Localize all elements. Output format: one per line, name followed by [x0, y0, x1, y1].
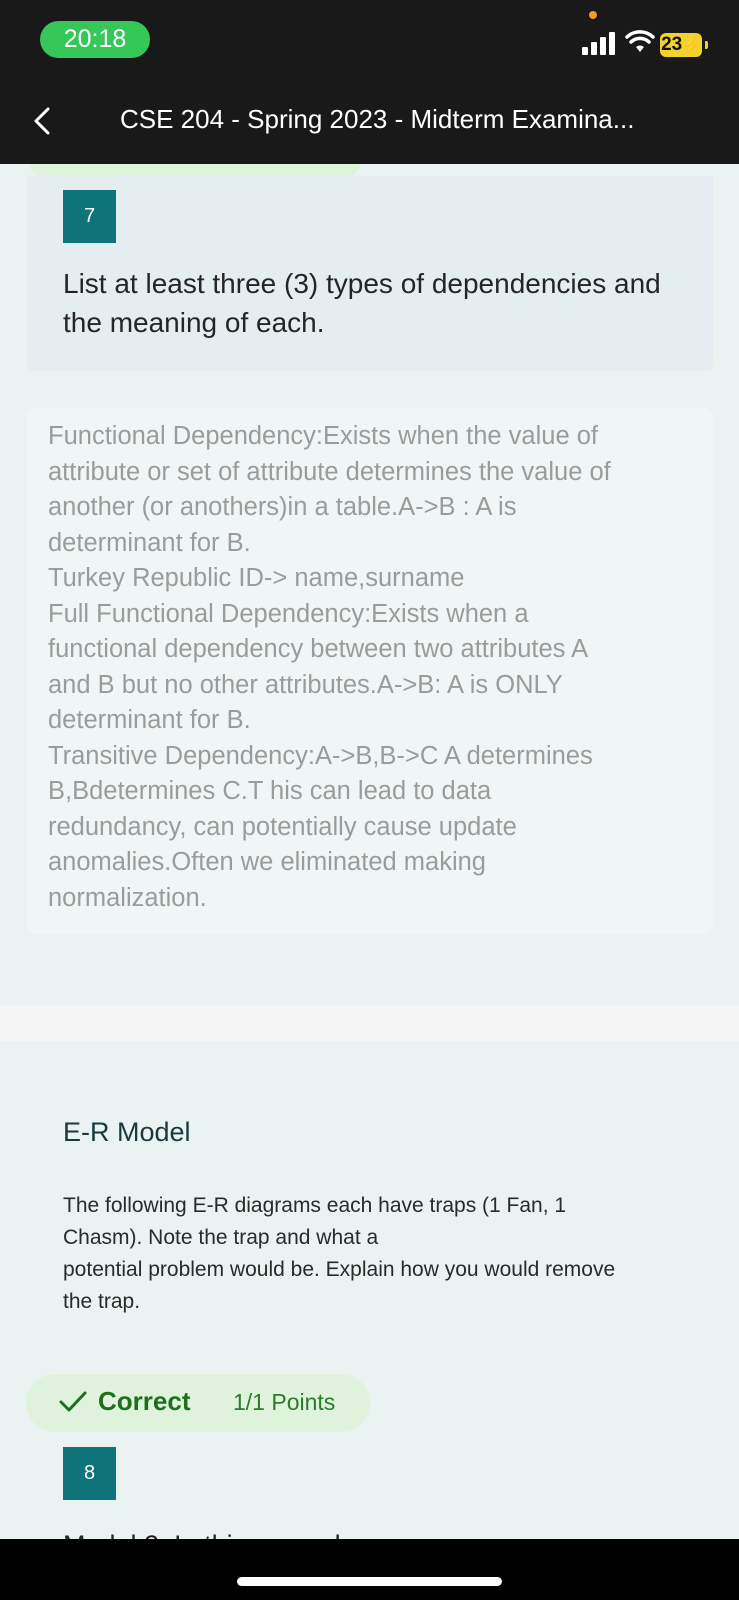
wifi-icon: [625, 30, 655, 52]
answer-line: redundancy, can potentially cause update: [48, 812, 517, 841]
app-header: CSE 204 - Spring 2023 - Midterm Examina.…: [0, 78, 739, 164]
description-line: Chasm). Note the trap and what a: [63, 1226, 379, 1249]
question-text: Model 2: In this example, a company: [63, 1528, 503, 1539]
answer-line: attribute or set of attribute determines…: [48, 457, 611, 486]
bottom-bar: [0, 1539, 739, 1600]
result-status: Correct: [98, 1386, 191, 1416]
answer-line: Transitive Dependency:A->B,B->C A determ…: [48, 741, 593, 770]
clock-time: 20:18: [40, 21, 150, 58]
checkmark-icon: [59, 1391, 87, 1412]
answer-text: Functional Dependency:Exists when the va…: [48, 419, 698, 916]
answer-line: another (or anothers)in a table.A->B : A…: [48, 493, 517, 521]
answer-line: functional dependency between two attrib…: [48, 635, 589, 663]
previous-result-pill: [30, 164, 360, 176]
question-number-badge: 8: [63, 1447, 116, 1500]
page-title: CSE 204 - Spring 2023 - Midterm Examina.…: [120, 104, 635, 134]
answer-line: Full Functional Dependency:Exists when a: [48, 599, 529, 628]
home-indicator[interactable]: [237, 1577, 502, 1586]
privacy-indicator-dot: [589, 11, 597, 19]
battery-level: 23: [661, 34, 683, 55]
back-chevron-icon[interactable]: [32, 106, 52, 136]
answer-line: and B but no other attributes.A->B: A is…: [48, 670, 563, 699]
question-text: List at least three (3) types of depende…: [63, 268, 661, 338]
answer-line: anomalies.Often we eliminated making: [48, 848, 486, 876]
section-description: The following E-R diagrams each have tra…: [63, 1190, 683, 1318]
question-number-badge: 7: [63, 190, 116, 243]
answer-line: determinant for B.: [48, 528, 251, 557]
description-line: The following E-R diagrams each have tra…: [63, 1194, 567, 1217]
description-line: the trap.: [63, 1290, 141, 1313]
status-bar: 20:18 23 ⚡: [0, 0, 739, 78]
answer-line: B,Bdetermines C.T his can lead to data: [48, 777, 492, 805]
charging-bolt-icon: ⚡: [682, 37, 701, 54]
battery-icon: 23 ⚡: [660, 33, 708, 57]
answer-line: Functional Dependency:Exists when the va…: [48, 422, 598, 450]
answer-line: determinant for B.: [48, 706, 251, 734]
cellular-signal-icon: [582, 31, 618, 55]
description-line: potential problem would be. Explain how …: [63, 1258, 616, 1281]
answer-line: Turkey Republic ID-> name,surname: [48, 564, 465, 592]
result-points: 1/1 Points: [233, 1389, 336, 1415]
section-divider: [0, 1005, 739, 1041]
answer-line: normalization.: [48, 883, 207, 912]
section-title: E-R Model: [63, 1117, 191, 1147]
